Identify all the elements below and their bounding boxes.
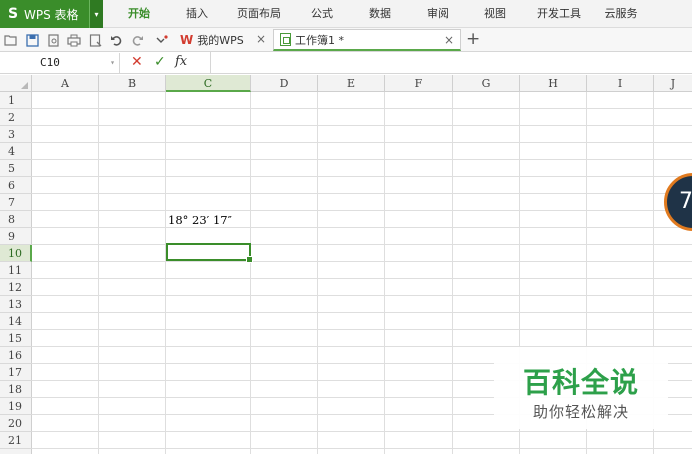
row-header[interactable]: 15 — [0, 330, 32, 347]
select-all-corner[interactable] — [0, 75, 32, 92]
column-header-i[interactable]: I — [587, 75, 654, 92]
menu-data[interactable]: 数据 — [359, 0, 401, 28]
row-header[interactable]: 19 — [0, 398, 32, 415]
row-header[interactable]: 13 — [0, 296, 32, 313]
column-header-d[interactable]: D — [251, 75, 318, 92]
quick-access-toolbar: W 我的WPS × 工作簿1 * × — [0, 28, 692, 52]
menu-view[interactable]: 视图 — [474, 0, 516, 28]
spreadsheet-icon — [280, 33, 291, 46]
row-header[interactable]: 6 — [0, 177, 32, 194]
row-header[interactable]: 20 — [0, 415, 32, 432]
column-header-c[interactable]: C — [166, 75, 251, 92]
active-cell-c10[interactable] — [166, 243, 253, 263]
column-header-j[interactable]: J — [654, 75, 692, 92]
row-header[interactable]: 1 — [0, 92, 32, 109]
row-header[interactable]: 21 — [0, 432, 32, 449]
column-header-a[interactable]: A — [32, 75, 99, 92]
row-header[interactable]: 2 — [0, 109, 32, 126]
column-header-g[interactable]: G — [453, 75, 520, 92]
column-headers: A B C D E F G H I J — [0, 75, 692, 92]
row-header[interactable]: 9 — [0, 228, 32, 245]
tab-label: 我的WPS — [197, 34, 244, 47]
wps-logo-icon: S — [7, 6, 19, 22]
new-tab-button[interactable]: + — [466, 29, 480, 49]
customize-icon[interactable] — [154, 32, 170, 48]
tab-workbook1[interactable]: 工作簿1 * × — [273, 29, 461, 51]
formula-input[interactable] — [210, 52, 692, 74]
app-name: WPS 表格 — [24, 7, 79, 22]
row-header[interactable]: 12 — [0, 279, 32, 296]
save-icon[interactable] — [24, 32, 40, 48]
tab-label: 工作簿1 * — [295, 33, 344, 47]
row-header[interactable]: 16 — [0, 347, 32, 364]
row-header[interactable]: 14 — [0, 313, 32, 330]
menu-page-layout[interactable]: 页面布局 — [233, 0, 285, 28]
watermark-subtitle: 助你轻松解决 — [532, 403, 629, 421]
redo-icon[interactable] — [129, 32, 145, 48]
page-preview-icon[interactable] — [87, 32, 103, 48]
cancel-icon[interactable]: ✕ — [131, 54, 143, 70]
menu-cloud[interactable]: 云服务 — [598, 0, 644, 28]
row-header[interactable]: 5 — [0, 160, 32, 177]
row-header[interactable]: 18 — [0, 381, 32, 398]
row-headers: 1 2 3 4 5 6 7 8 9 10 11 12 13 14 15 16 1… — [0, 92, 32, 454]
watermark: 百科全说 助你轻松解决 — [494, 347, 668, 429]
check-icon[interactable]: ✓ — [154, 54, 166, 70]
menu-developer[interactable]: 开发工具 — [530, 0, 588, 28]
row-header[interactable]: 4 — [0, 143, 32, 160]
menu-review[interactable]: 审阅 — [417, 0, 459, 28]
row-header[interactable]: 7 — [0, 194, 32, 211]
cell-c8[interactable]: 18° 23′ 17″ — [168, 212, 232, 228]
close-icon[interactable]: × — [256, 32, 266, 46]
column-header-f[interactable]: F — [385, 75, 453, 92]
app-dropdown-icon[interactable]: ▾ — [89, 0, 103, 28]
row-header[interactable]: 8 — [0, 211, 32, 228]
tab-my-wps[interactable]: W 我的WPS × — [174, 29, 272, 51]
print-preview-icon[interactable] — [45, 32, 61, 48]
menu-formulas[interactable]: 公式 — [301, 0, 343, 28]
undo-icon[interactable] — [108, 32, 124, 48]
formula-bar: C10 ▾ ✕ ✓ fx — [0, 52, 692, 74]
row-header[interactable]: 3 — [0, 126, 32, 143]
column-header-h[interactable]: H — [520, 75, 587, 92]
watermark-title: 百科全说 — [522, 366, 639, 399]
row-header[interactable]: 11 — [0, 262, 32, 279]
menu-home[interactable]: 开始 — [116, 0, 162, 28]
name-box[interactable]: C10 ▾ — [0, 53, 120, 73]
open-folder-icon[interactable] — [3, 32, 19, 48]
column-header-b[interactable]: B — [99, 75, 166, 92]
print-icon[interactable] — [66, 32, 82, 48]
menu-bar: S WPS 表格 ▾ 开始 插入 页面布局 公式 数据 审阅 视图 开发工具 云… — [0, 0, 692, 28]
chevron-down-icon[interactable]: ▾ — [110, 53, 115, 73]
app-menu-button[interactable]: S WPS 表格 ▾ — [0, 0, 103, 28]
row-header-selected[interactable]: 10 — [0, 245, 32, 262]
name-box-value: C10 — [40, 56, 60, 69]
wps-w-icon: W — [180, 33, 194, 47]
close-icon[interactable]: × — [444, 33, 454, 47]
row-header[interactable]: 17 — [0, 364, 32, 381]
insert-function-icon[interactable]: fx — [175, 54, 187, 69]
menu-insert[interactable]: 插入 — [176, 0, 218, 28]
column-header-e[interactable]: E — [318, 75, 385, 92]
